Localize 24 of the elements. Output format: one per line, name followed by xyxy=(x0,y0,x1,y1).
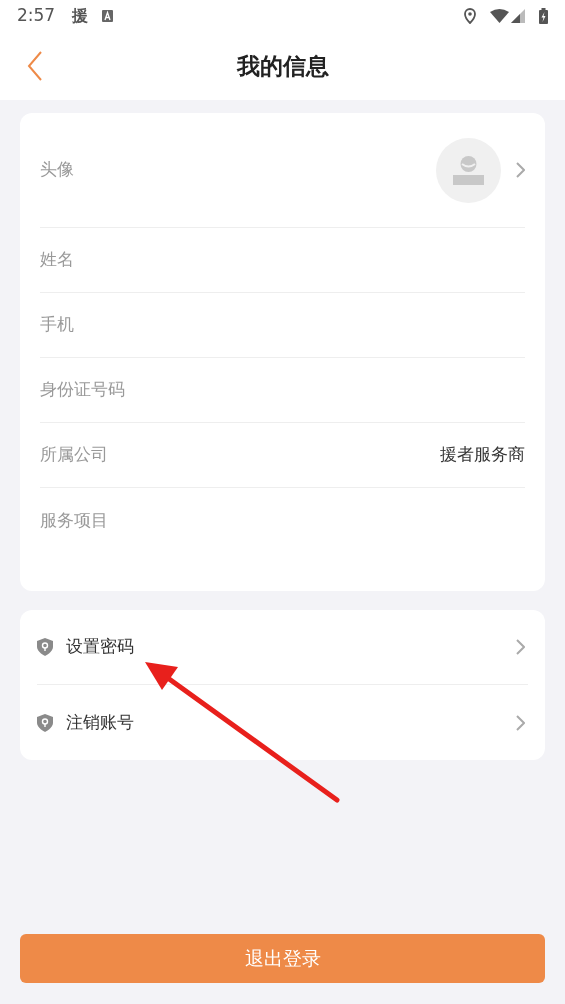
field-value: 援者服务商 xyxy=(440,443,525,467)
wifi-icon xyxy=(490,9,509,23)
signal-icon xyxy=(511,9,525,23)
battery-icon xyxy=(539,8,548,24)
field-label: 身份证号码 xyxy=(40,378,125,402)
location-icon xyxy=(464,8,476,24)
field-label: 头像 xyxy=(40,158,74,182)
field-label: 所属公司 xyxy=(40,443,108,467)
chevron-right-icon xyxy=(516,714,525,731)
page-title: 我的信息 xyxy=(236,51,329,81)
menu-item[interactable]: 注销账号 xyxy=(66,709,134,736)
field-label: 服务项目 xyxy=(40,508,108,532)
status-time: 2:57 xyxy=(17,4,56,28)
notification-icon xyxy=(102,10,114,22)
shield-icon xyxy=(37,713,53,732)
avatar-icon[interactable] xyxy=(436,137,501,203)
menu-item[interactable]: 设置密码 xyxy=(66,634,134,660)
status-app-glyph: 援 xyxy=(72,5,89,27)
chevron-right-icon xyxy=(516,639,525,655)
field-label: 姓名 xyxy=(40,248,74,272)
chevron-right-icon xyxy=(516,162,525,178)
field-label: 手机 xyxy=(40,313,74,337)
back-icon[interactable] xyxy=(27,51,43,81)
shield-icon xyxy=(37,638,53,656)
